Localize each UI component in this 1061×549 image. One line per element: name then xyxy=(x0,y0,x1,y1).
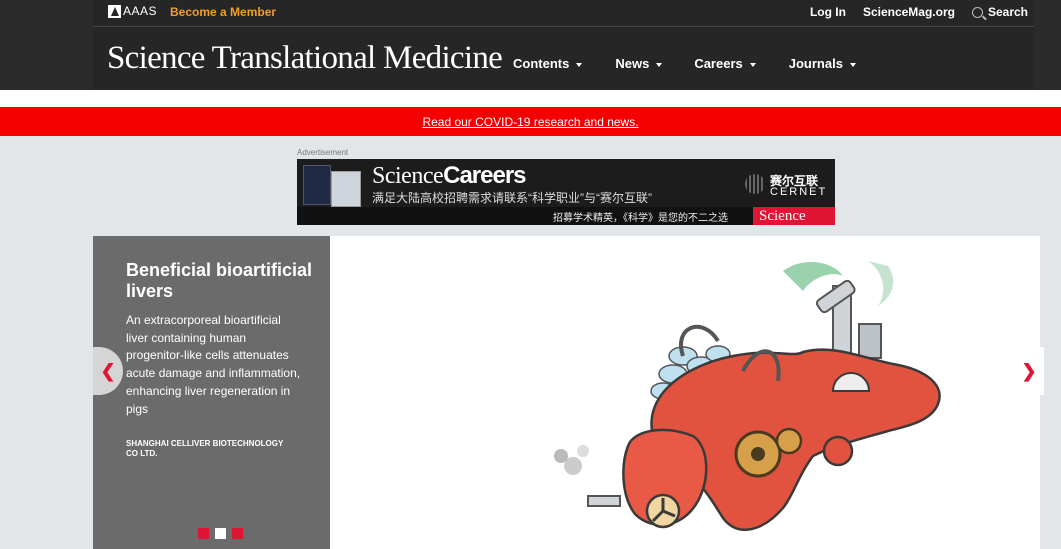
chevron-left-icon: ❮ xyxy=(100,360,116,381)
search-icon xyxy=(971,6,983,18)
carousel-dot[interactable] xyxy=(232,528,243,539)
nav-news-label: News xyxy=(615,56,650,71)
covid-banner: Read our COVID-19 research and news. xyxy=(0,107,1061,136)
covid-link[interactable]: Read our COVID-19 research and news. xyxy=(422,115,638,129)
become-member-link[interactable]: Become a Member xyxy=(170,5,276,19)
ad-chinese-line-2: 招募学术精英，《科学》是您的不二之选 xyxy=(553,213,728,224)
nav-contents-label: Contents xyxy=(513,56,570,71)
chevron-down-icon xyxy=(849,62,856,67)
utility-links: Log In ScienceMag.org Search xyxy=(810,5,1028,19)
magazine-cover-image xyxy=(303,165,331,205)
header-inner: AAAS Become a Member Log In ScienceMag.o… xyxy=(93,0,1034,90)
ad-careers-word: Careers xyxy=(443,162,526,189)
exhaust-pipe xyxy=(587,495,621,507)
ad-label: Advertisement xyxy=(297,148,349,157)
carousel-dot-active[interactable] xyxy=(215,528,226,539)
tablet-image xyxy=(331,171,361,207)
journal-logo[interactable]: Science Translational Medicine xyxy=(107,40,503,77)
aaas-logo-text: AAAS xyxy=(123,4,158,18)
nav-careers-label: Careers xyxy=(694,56,743,71)
image-credit: SHANGHAI CELLIVER BIOTECHNOLOGY CO LTD. xyxy=(126,439,284,458)
featured-description: An extracorporeal bioartificial liver co… xyxy=(126,313,301,416)
cernet-name: CERNET xyxy=(770,186,828,198)
ad-headline: ScienceCareers xyxy=(372,162,527,190)
main-nav: Contents News Careers Journals xyxy=(513,56,856,71)
chevron-down-icon xyxy=(656,62,663,67)
science-careers-ad[interactable]: ScienceCareers 满足大陆高校招聘需求请联系“科学职业”与“赛尔互联… xyxy=(297,159,835,225)
nav-news[interactable]: News xyxy=(615,56,663,71)
featured-article-panel[interactable]: Beneficial bioartificial livers An extra… xyxy=(93,236,330,549)
sciencemag-link[interactable]: ScienceMag.org xyxy=(863,5,955,19)
ad-chinese-line-1: 满足大陆高校招聘需求请联系“科学职业”与“赛尔互联” xyxy=(372,191,652,205)
featured-title[interactable]: Beneficial bioartificial livers xyxy=(126,260,316,302)
gear-right xyxy=(822,435,854,467)
nav-journals[interactable]: Journals xyxy=(789,56,856,71)
ad-science-word: Science xyxy=(372,163,444,189)
chevron-right-icon: ❯ xyxy=(1021,360,1037,381)
chevron-down-icon xyxy=(576,62,583,67)
nav-journals-label: Journals xyxy=(788,56,843,71)
aaas-mark-icon xyxy=(108,4,121,18)
chimney-base xyxy=(858,323,882,359)
gear-small xyxy=(775,427,803,455)
cernet-globe-icon xyxy=(745,174,765,194)
utility-bar: AAAS Become a Member Log In ScienceMag.o… xyxy=(93,0,1034,27)
chevron-down-icon xyxy=(749,62,756,67)
science-logo: Science xyxy=(753,207,835,225)
carousel-indicators xyxy=(198,528,243,539)
site-header: AAAS Become a Member Log In ScienceMag.o… xyxy=(0,0,1061,90)
nav-contents[interactable]: Contents xyxy=(513,56,583,71)
liver-illustration xyxy=(554,261,941,531)
header-spacer xyxy=(0,90,1061,107)
gear-large-hub xyxy=(751,447,765,461)
featured-carousel: Beneficial bioartificial livers An extra… xyxy=(93,236,1040,549)
search-label: Search xyxy=(987,5,1028,19)
steam-plume-right xyxy=(868,261,894,306)
login-link[interactable]: Log In xyxy=(810,5,846,19)
aaas-logo[interactable]: AAAS xyxy=(108,4,157,18)
search-button[interactable]: Search xyxy=(971,5,1028,19)
carousel-dot[interactable] xyxy=(198,528,209,539)
nav-careers[interactable]: Careers xyxy=(694,56,756,71)
